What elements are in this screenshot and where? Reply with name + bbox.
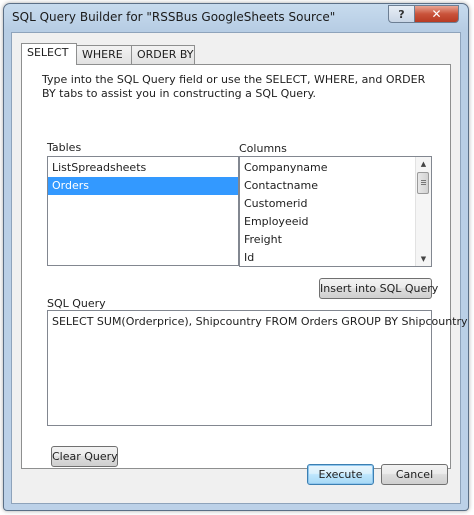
instructions-text: Type into the SQL Query field or use the…	[42, 73, 426, 100]
window-title: SQL Query Builder for "RSSBus GoogleShee…	[12, 10, 336, 24]
tab-where[interactable]: WHERE	[76, 45, 132, 64]
columns-label: Columns	[239, 142, 287, 155]
insert-into-sql-query-button[interactable]: Insert into SQL Query	[319, 278, 438, 299]
cancel-button[interactable]: Cancel	[381, 464, 448, 485]
sql-query-textarea[interactable]: SELECT SUM(Orderprice), Shipcountry FROM…	[47, 310, 468, 426]
list-item[interactable]: Customerid	[240, 195, 431, 213]
list-item[interactable]: Freight	[240, 231, 431, 249]
close-button[interactable]: ✕	[414, 5, 459, 23]
select-tab-panel: Type into the SQL Query field or use the…	[21, 64, 468, 469]
list-item[interactable]: Companyname	[240, 159, 431, 177]
scroll-thumb[interactable]	[417, 172, 429, 194]
list-item[interactable]: Contactname	[240, 177, 431, 195]
sql-query-text: SELECT SUM(Orderprice), Shipcountry FROM…	[52, 315, 468, 328]
clear-query-button[interactable]: Clear Query	[51, 446, 118, 467]
sql-query-label: SQL Query	[47, 297, 106, 310]
grip-line	[421, 182, 426, 183]
scroll-up-arrow-icon[interactable]: ▲	[416, 157, 431, 171]
title-bar[interactable]: SQL Query Builder for "RSSBus GoogleShee…	[4, 4, 468, 32]
columns-scrollbar[interactable]: ▲ ▼	[415, 157, 431, 266]
scroll-down-arrow-icon[interactable]: ▼	[416, 252, 431, 266]
list-item[interactable]: ListSpreadsheets	[48, 159, 238, 177]
execute-button[interactable]: Execute	[307, 464, 374, 485]
list-item[interactable]: Employeeid	[240, 213, 431, 231]
tab-order-by[interactable]: ORDER BY	[131, 45, 195, 64]
dialog-window: SQL Query Builder for "RSSBus GoogleShee…	[3, 3, 469, 511]
tab-select[interactable]: SELECT	[21, 43, 77, 65]
dialog-client-area: SELECT WHERE ORDER BY Type into the SQL …	[11, 32, 468, 504]
grip-line	[421, 180, 426, 181]
list-item[interactable]: Id	[240, 249, 431, 266]
tables-label: Tables	[47, 141, 82, 154]
help-button[interactable]: ?	[388, 5, 415, 23]
close-icon: ✕	[431, 7, 442, 21]
grip-line	[421, 184, 426, 185]
tables-list[interactable]: ListSpreadsheets Orders	[47, 156, 239, 266]
columns-list[interactable]: Companyname Contactname Customerid Emplo…	[239, 156, 432, 267]
list-item-selected[interactable]: Orders	[48, 177, 238, 195]
